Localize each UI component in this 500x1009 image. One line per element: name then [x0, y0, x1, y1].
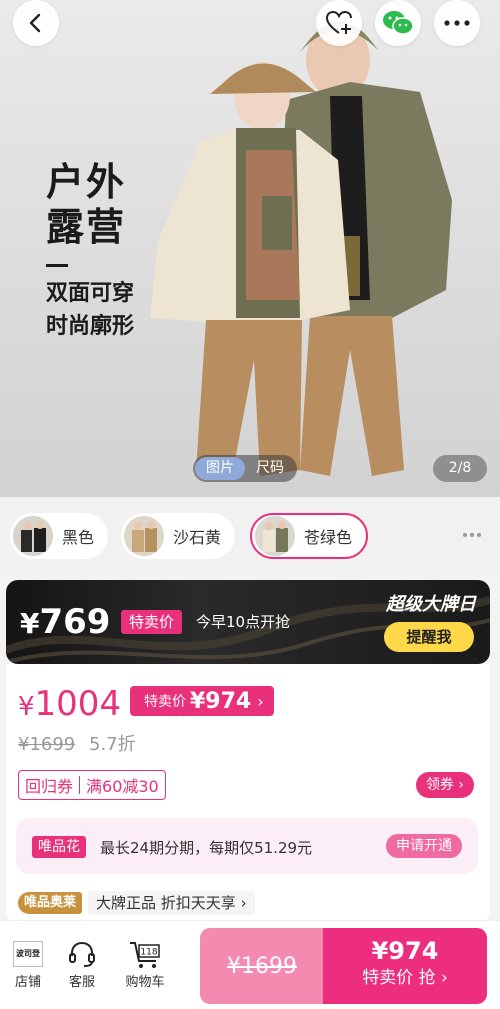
coupon-name: 回归券: [25, 777, 74, 796]
guarantee-row[interactable]: 唯品奥莱 大牌正品 折扣天天享 ›: [18, 890, 255, 916]
slogan-divider: [46, 264, 68, 267]
discount: 5.7折: [89, 734, 136, 755]
buy-now-button[interactable]: ¥974 特卖价 抢 ›: [323, 928, 487, 1004]
product-image-carousel[interactable]: 户外 露营 双面可穿 时尚廓形 图片 尺码 2/8: [0, 0, 500, 497]
installment-banner[interactable]: 唯品花 最长24期分期，每期仅51.29元 申请开通: [16, 818, 478, 874]
tab-images[interactable]: 图片: [195, 457, 245, 480]
chevron-right-icon: ›: [257, 691, 264, 711]
remind-me-button[interactable]: 提醒我: [384, 622, 474, 652]
headset-icon: [69, 941, 95, 967]
flash-sale-banner: ¥769 特卖价 今早10点开抢 超级大牌日 提醒我: [6, 580, 490, 664]
chevron-left-icon: [29, 13, 41, 33]
installment-tag: 唯品花: [32, 836, 86, 858]
sale-price-value: ¥974: [190, 688, 252, 714]
image-counter: 2/8: [433, 455, 487, 482]
customer-service-button[interactable]: 客服: [54, 939, 110, 990]
color-label: 黑色: [62, 528, 95, 547]
sale-price-pill[interactable]: 特卖价 ¥974 ›: [130, 686, 274, 716]
coupon-rule: 满60减30: [86, 777, 159, 796]
original-price-button[interactable]: ¥1699: [200, 928, 324, 1004]
original-price-row: ¥1699 5.7折: [18, 730, 136, 756]
color-thumbnail: [255, 516, 295, 556]
back-button[interactable]: [13, 0, 59, 46]
color-thumbnail: [13, 516, 53, 556]
color-option-sand[interactable]: 沙石黄: [121, 513, 236, 559]
shop-button[interactable]: 波司登 店铺: [0, 939, 56, 990]
slogan-line-2: 露营: [46, 205, 127, 249]
hero-slogan: 户外 露营 双面可穿 时尚廓形: [46, 160, 134, 343]
promo-start-time: 今早10点开抢: [196, 613, 291, 631]
original-price: ¥1699: [18, 734, 76, 755]
bottom-action-bar: 波司登 店铺 客服 118 购物车 ¥1699 ¥974 特卖价 抢 ›: [0, 920, 500, 1009]
slogan-line-3: 双面可穿: [46, 281, 135, 306]
price-card: ¥1004 特卖价 ¥974 › ¥1699 5.7折 回归券 满60减30 领…: [6, 664, 490, 924]
cart-button[interactable]: 118 购物车: [117, 939, 173, 990]
color-selector: 黑色 沙石黄 苍绿色: [0, 497, 500, 575]
favorite-button[interactable]: [316, 0, 362, 46]
promo-price: ¥769: [20, 602, 111, 642]
shop-label: 店铺: [14, 975, 41, 990]
wechat-icon: [383, 11, 414, 35]
heart-plus-icon: [325, 10, 352, 34]
promo-event-title: 超级大牌日: [386, 594, 476, 615]
buy-label: 特卖价 抢 ›: [362, 968, 448, 988]
coupon-badge: 回归券 满60减30: [18, 770, 166, 800]
cart-count: 118: [140, 948, 157, 958]
color-label: 苍绿色: [304, 528, 353, 547]
color-option-green[interactable]: 苍绿色: [250, 513, 369, 559]
guarantee-text: 大牌正品 折扣天天享 ›: [88, 891, 255, 915]
tab-size[interactable]: 尺码: [245, 457, 295, 480]
service-label: 客服: [68, 975, 95, 990]
slogan-line-1: 户外: [46, 160, 127, 204]
color-label: 沙石黄: [173, 528, 222, 547]
more-colors-icon[interactable]: [463, 533, 481, 537]
get-coupon-button[interactable]: 领券 ›: [415, 772, 474, 798]
cart-label: 购物车: [125, 975, 165, 990]
current-price: ¥1004: [18, 684, 122, 724]
color-thumbnail: [124, 516, 164, 556]
more-button[interactable]: [434, 0, 480, 46]
media-tabs: 图片 尺码: [193, 455, 297, 482]
outlet-badge: 唯品奥莱: [18, 892, 83, 914]
color-option-black[interactable]: 黑色: [10, 513, 109, 559]
promo-tag: 特卖价: [121, 610, 183, 634]
installment-text: 最长24期分期，每期仅51.29元: [100, 839, 313, 857]
apply-installment-button[interactable]: 申请开通: [386, 834, 462, 858]
buy-price: ¥974: [371, 937, 439, 965]
more-dots-icon: [444, 20, 470, 26]
shop-logo-icon: 波司登: [0, 939, 56, 969]
sale-price-label: 特卖价: [144, 694, 186, 710]
slogan-line-4: 时尚廓形: [46, 314, 135, 339]
cart-icon: 118: [130, 942, 160, 968]
share-wechat-button[interactable]: [375, 0, 421, 46]
